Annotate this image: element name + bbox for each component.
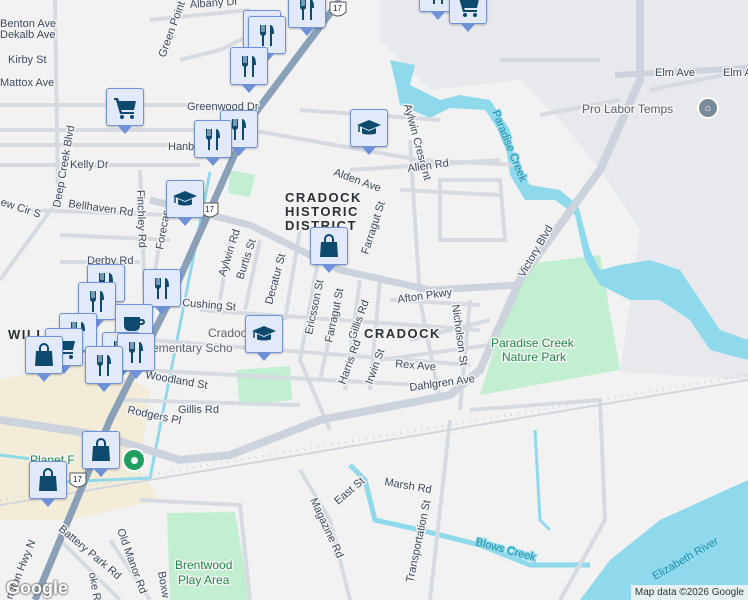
restaurant-marker[interactable] — [288, 0, 326, 36]
restaurant-icon — [242, 56, 256, 77]
grocery-marker[interactable] — [106, 88, 144, 134]
restaurant-marker[interactable] — [194, 120, 232, 166]
restaurant-marker[interactable] — [143, 269, 181, 315]
restaurant-icon — [129, 342, 143, 363]
street-label: Albany Dr — [189, 0, 238, 11]
school-label[interactable]: Cradoc — [207, 325, 249, 342]
street-label: Kelly Dr — [70, 159, 109, 171]
us-17-shield: 17 — [201, 202, 219, 218]
map-attribution[interactable]: Map data ©2026 Google — [630, 585, 748, 600]
park-label[interactable]: Play Area — [177, 572, 232, 589]
restaurant-icon — [90, 291, 104, 312]
shopping-cart-icon — [114, 98, 136, 119]
shopping-marker[interactable] — [25, 336, 63, 382]
shopping-bag-icon — [92, 438, 110, 461]
street-label: Marsh Rd — [383, 476, 432, 496]
pin-dot-icon — [130, 456, 138, 464]
street-label: Irwin St — [364, 347, 388, 386]
street-label: Old Manor Rd — [114, 527, 149, 595]
us-17-shield: 17 — [329, 1, 347, 17]
shopping-marker[interactable] — [82, 431, 120, 477]
school-icon — [173, 191, 197, 206]
street-label: Cushing St — [182, 297, 237, 314]
shield-text: 17 — [73, 475, 82, 484]
street-label: Dahlgren Ave — [409, 373, 476, 394]
water-label: Blows Creek — [474, 536, 537, 564]
canal — [533, 429, 552, 532]
street-label: Finchley Rd — [134, 190, 148, 248]
street-label: Mattox Ave — [0, 77, 54, 89]
street-label: Bellhaven Rd — [68, 198, 134, 219]
street-label: Elm Ave — [655, 67, 695, 79]
school-icon — [357, 120, 381, 135]
street-label: Boxw — [155, 570, 171, 599]
district-label: HISTORIC — [285, 204, 359, 219]
street-label: Rex Ave — [395, 358, 437, 374]
restaurant-marker[interactable] — [85, 346, 123, 392]
street-label: oke Rd — [86, 571, 104, 600]
street-label: Farragut St — [323, 287, 346, 343]
grocery-marker[interactable] — [449, 0, 487, 32]
planet-fitness-pin[interactable] — [122, 448, 146, 472]
google-logo: Google — [6, 578, 68, 598]
poi-label[interactable]: Pro Labor Temps — [581, 101, 675, 118]
district-label: CRADOCK — [285, 190, 362, 205]
street-label: Hanb — [168, 141, 194, 153]
park-label[interactable]: Brentwood — [174, 557, 234, 574]
shopping-bag-icon — [320, 234, 338, 257]
street-label: Ericsson St — [303, 279, 326, 336]
green-patch — [228, 170, 255, 197]
street-label: Elm Ave — [723, 67, 748, 79]
bank-pin-icon[interactable]: ⌂ — [697, 97, 719, 119]
street-label: Gillis Rd — [178, 404, 219, 416]
shopping-marker[interactable] — [310, 227, 348, 273]
shopping-cart-icon — [459, 0, 479, 17]
street-label: Transportation St — [404, 499, 433, 584]
street-label: Decatur St — [263, 252, 288, 305]
shield-text: 17 — [205, 205, 214, 214]
street-label: Kirby St — [8, 54, 47, 66]
restaurant-icon — [260, 25, 274, 46]
school-marker[interactable] — [245, 315, 283, 361]
park-label[interactable]: Nature Park — [501, 349, 569, 366]
shopping-marker[interactable] — [29, 461, 67, 507]
street-label: ew Cir S — [0, 196, 42, 220]
school-label[interactable]: ementary Scho — [151, 340, 235, 357]
restaurant-icon — [97, 355, 111, 376]
neighborhood-label: CRADOCK — [364, 326, 441, 341]
school-icon — [252, 326, 276, 341]
school-marker[interactable] — [166, 180, 204, 226]
street-label: East St — [332, 475, 367, 507]
street-label: Harris Rd — [337, 338, 364, 386]
park-label[interactable]: Paradise Creek — [490, 335, 577, 352]
water-label: Paradise Creek — [489, 109, 529, 184]
street-label: Farragut St — [359, 200, 387, 256]
shield-text: 17 — [333, 4, 342, 13]
street-label: Dekalb Ave — [0, 29, 55, 41]
restaurant-icon — [300, 0, 314, 20]
school-marker[interactable] — [350, 109, 388, 155]
us-17-shield: 17 — [69, 472, 87, 488]
restaurant-icon — [155, 278, 169, 299]
restaurant-icon — [433, 0, 443, 4]
street-label: Green Point Dr — [157, 0, 193, 59]
restaurant-marker[interactable] — [230, 47, 268, 93]
shopping-bag-icon — [39, 468, 57, 491]
restaurant-icon — [206, 129, 220, 150]
shopping-bag-icon — [35, 343, 53, 366]
school-field — [236, 366, 292, 405]
